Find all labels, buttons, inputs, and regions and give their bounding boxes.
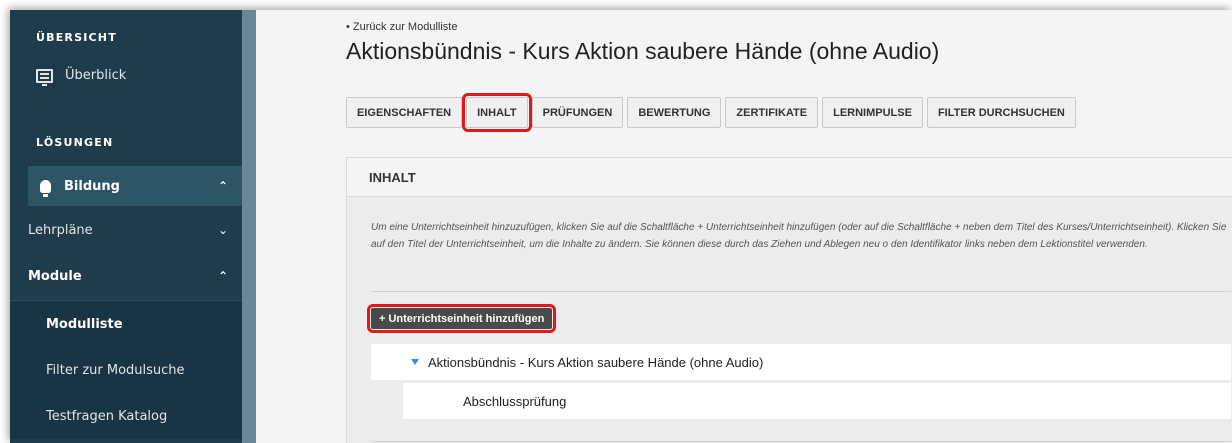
tree-lesson-row[interactable]: Abschlussprüfung — [403, 383, 1231, 419]
add-lesson-unit-button[interactable]: + Unterrichtseinheit hinzufügen — [366, 304, 557, 333]
sidebar-item-bildung[interactable]: Bildung ⌃ — [28, 166, 242, 206]
chevron-down-icon: ⌄ — [217, 223, 228, 237]
sidebar-item-overview[interactable]: Überblick — [36, 68, 127, 86]
tab-filter-durchsuchen[interactable]: FILTER DURCHSUCHEN — [926, 97, 1076, 128]
lightbulb-icon — [40, 179, 51, 197]
tab-bewertung[interactable]: BEWERTUNG — [627, 97, 722, 128]
panel-bottom-divider — [371, 441, 1231, 442]
sidebar-item-bildung-label: Bildung — [64, 178, 120, 194]
sidebar-item-module[interactable]: Module ⌃ — [10, 254, 242, 298]
sidebar-item-lehrplaene[interactable]: Lehrpläne ⌄ — [10, 208, 242, 252]
tab-pruefungen[interactable]: PRÜFUNGEN — [531, 97, 624, 128]
panel-info-text: Um eine Unterrichtseinheit hinzuzufügen,… — [371, 222, 1227, 250]
app-window: ÜBERSICHT Überblick LÖSUNGEN Bildung ⌃ L… — [10, 10, 1232, 443]
main-content: • Zurück zur Modulliste Aktionsbündnis -… — [270, 10, 1232, 443]
tab-zertifikate[interactable]: ZERTIFIKATE — [725, 97, 819, 128]
chevron-up-icon: ⌃ — [217, 269, 228, 283]
sidebar-subitem-filter-modulsuche[interactable]: Filter zur Modulsuche — [10, 347, 242, 393]
sidebar-item-overview-label: Überblick — [65, 68, 127, 83]
sidebar-subitem-modulliste[interactable]: Modulliste — [10, 301, 242, 347]
sidebar-item-lehrplaene-label: Lehrpläne — [28, 222, 93, 238]
tab-bar: EIGENSCHAFTEN INHALT PRÜFUNGEN BEWERTUNG… — [346, 93, 1076, 132]
sidebar-subitem-testfragen[interactable]: Testfragen Katalog — [10, 393, 242, 439]
back-bullet-icon: • — [346, 21, 353, 33]
tree-unit-title[interactable]: Aktionsbündnis - Kurs Aktion saubere Hän… — [428, 355, 763, 370]
sidebar-edge — [242, 10, 256, 443]
panel-title: INHALT — [347, 158, 1232, 197]
back-link-label: Zurück zur Modulliste — [352, 21, 458, 33]
back-to-module-list-link[interactable]: • Zurück zur Modulliste — [346, 21, 457, 33]
tree-lesson-title[interactable]: Abschlussprüfung — [463, 394, 566, 409]
tab-eigenschaften[interactable]: EIGENSCHAFTEN — [346, 97, 463, 128]
sidebar: ÜBERSICHT Überblick LÖSUNGEN Bildung ⌃ L… — [10, 10, 242, 443]
monitor-icon — [36, 68, 53, 86]
panel-divider — [371, 291, 1231, 292]
tab-lernimpulse[interactable]: LERNIMPULSE — [822, 97, 923, 128]
content-panel: INHALT Um eine Unterrichtseinheit hinzuz… — [346, 157, 1232, 443]
chevron-up-icon: ⌃ — [217, 179, 228, 193]
caret-down-icon[interactable] — [411, 359, 419, 365]
sidebar-item-module-label: Module — [28, 268, 82, 284]
tree-unit-row[interactable]: Aktionsbündnis - Kurs Aktion saubere Hän… — [371, 344, 1231, 380]
sidebar-section-solutions: LÖSUNGEN — [36, 136, 114, 149]
page-title: Aktionsbündnis - Kurs Aktion saubere Hän… — [346, 38, 940, 64]
sidebar-section-overview: ÜBERSICHT — [36, 31, 117, 44]
tab-inhalt[interactable]: INHALT — [462, 93, 532, 132]
